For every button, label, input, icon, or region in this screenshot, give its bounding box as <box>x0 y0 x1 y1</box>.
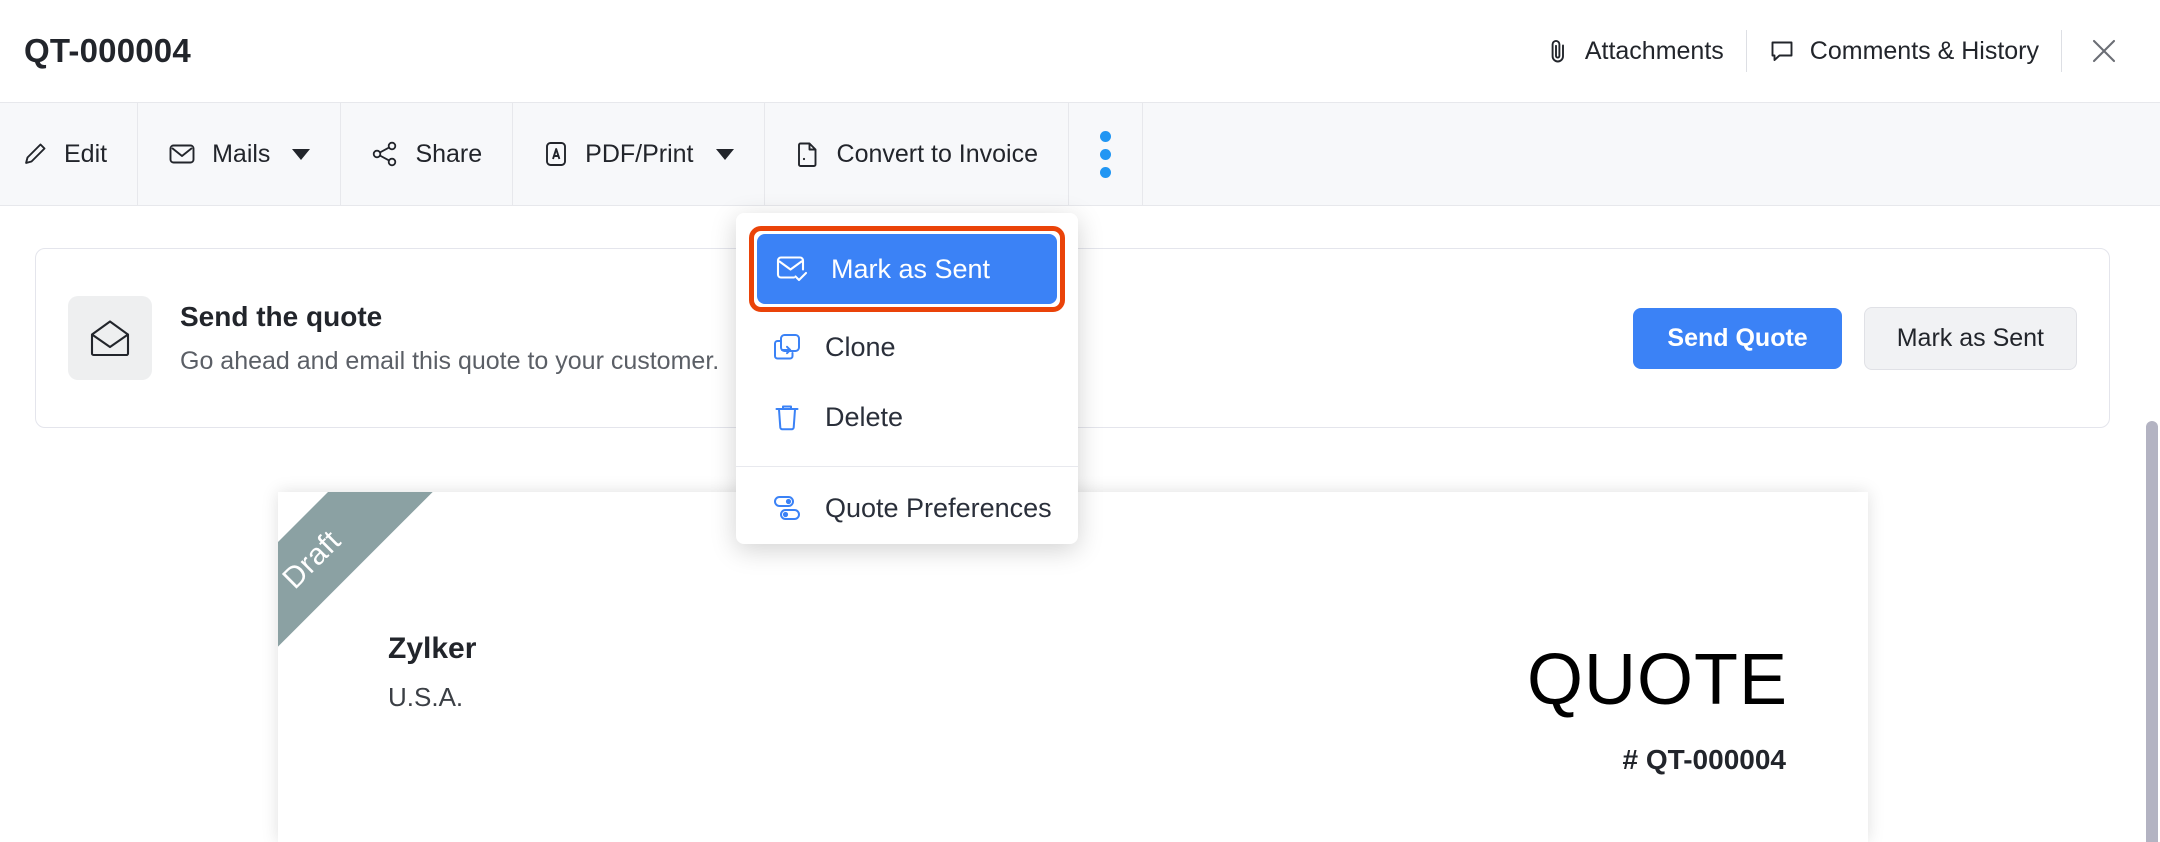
mark-as-sent-highlight: Mark as Sent <box>749 226 1065 312</box>
quote-document-preview[interactable]: Draft Zylker U.S.A. QUOTE # QT-000004 <box>278 492 1868 842</box>
pdf-print-label: PDF/Print <box>585 139 694 168</box>
mails-button[interactable]: Mails <box>138 103 342 205</box>
edit-button[interactable]: Edit <box>0 103 139 205</box>
notice-text-block: Send the quote Go ahead and email this q… <box>180 301 719 376</box>
document-icon <box>795 140 821 168</box>
mails-label: Mails <box>212 139 271 168</box>
more-actions-button[interactable] <box>1069 103 1144 205</box>
dropdown-label: Mark as Sent <box>831 253 991 284</box>
mark-as-sent-button[interactable]: Mark as Sent <box>1863 306 2077 370</box>
open-envelope-icon <box>68 296 152 380</box>
draft-ribbon: Draft <box>278 492 538 752</box>
dropdown-item-delete[interactable]: Delete <box>736 382 1078 452</box>
comments-history-label: Comments & History <box>1809 36 2039 65</box>
content-area: Send the quote Go ahead and email this q… <box>0 206 2160 842</box>
more-actions-dropdown: Mark as Sent Clone Delete Quote Preferen… <box>736 213 1078 544</box>
document-heading: QUOTE <box>1526 640 1788 720</box>
dropdown-item-clone[interactable]: Clone <box>736 312 1078 382</box>
notice-title: Send the quote <box>180 300 383 332</box>
comments-history-button[interactable]: Comments & History <box>1747 37 2061 66</box>
chevron-down-icon <box>715 148 734 160</box>
notice-action-buttons: Send Quote Mark as Sent <box>1633 306 2077 370</box>
dropdown-label: Quote Preferences <box>825 492 1052 523</box>
window-header: QT-000004 Attachments Comments & History <box>0 0 2160 103</box>
share-button[interactable]: Share <box>341 103 514 205</box>
notice-description: Go ahead and email this quote to your cu… <box>180 346 720 375</box>
dropdown-item-quote-preferences[interactable]: Quote Preferences <box>736 473 1078 544</box>
paperclip-icon <box>1546 38 1570 64</box>
preferences-sliders-icon <box>771 492 803 524</box>
more-dot <box>1100 130 1112 142</box>
comment-bubble-icon <box>1769 38 1795 64</box>
document-company-country: U.S.A. <box>388 682 464 712</box>
scrollbar-thumb[interactable] <box>2146 421 2158 842</box>
pdf-print-button[interactable]: PDF/Print <box>513 103 765 205</box>
close-button[interactable] <box>2062 35 2138 67</box>
vertical-scrollbar[interactable] <box>2145 413 2160 842</box>
trash-icon <box>771 401 803 433</box>
envelope-icon <box>168 141 196 167</box>
send-quote-button[interactable]: Send Quote <box>1633 307 1842 369</box>
document-quote-number: # QT-000004 <box>1622 744 1786 775</box>
convert-to-invoice-label: Convert to Invoice <box>836 139 1039 168</box>
more-dot <box>1100 166 1112 178</box>
chevron-down-icon <box>292 148 311 160</box>
dropdown-label: Clone <box>825 331 896 362</box>
more-dot <box>1100 148 1112 160</box>
clone-icon <box>771 331 803 363</box>
edit-label: Edit <box>64 139 108 168</box>
draft-ribbon-label: Draft <box>278 524 348 596</box>
dropdown-label: Delete <box>825 401 904 432</box>
attachments-button[interactable]: Attachments <box>1524 37 1746 66</box>
dropdown-divider <box>736 466 1078 467</box>
pdf-file-icon <box>543 140 569 168</box>
convert-to-invoice-button[interactable]: Convert to Invoice <box>764 103 1070 205</box>
dropdown-item-mark-as-sent[interactable]: Mark as Sent <box>757 234 1057 304</box>
header-actions: Attachments Comments & History <box>1524 0 2160 102</box>
envelope-check-icon <box>775 253 809 285</box>
document-company-name: Zylker <box>388 632 477 665</box>
action-toolbar: Edit Mails Share PDF/Print Convert to In… <box>0 103 2160 206</box>
close-icon <box>2088 35 2120 67</box>
quote-detail-window: QT-000004 Attachments Comments & History <box>0 0 2160 842</box>
share-nodes-icon <box>371 141 399 167</box>
attachments-label: Attachments <box>1584 36 1724 65</box>
share-label: Share <box>415 139 483 168</box>
pencil-icon <box>22 141 48 167</box>
page-title: QT-000004 <box>24 32 191 69</box>
